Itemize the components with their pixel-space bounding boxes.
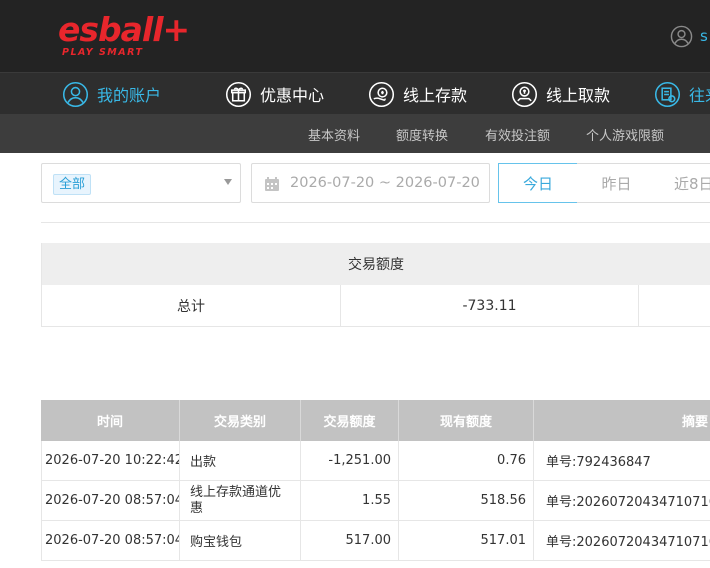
cell-balance: 517.01 (480, 533, 527, 548)
cell-time: 2026-07-20 10:22:42 (45, 453, 179, 468)
user-circle-icon (62, 81, 89, 107)
column-divider (179, 481, 180, 520)
column-divider (638, 285, 639, 326)
yesterday-button[interactable]: 昨日 (577, 163, 657, 203)
summary-total-label: 总计 (177, 298, 205, 315)
cell-amount: -1,251.00 (328, 453, 391, 468)
column-divider (533, 521, 534, 560)
cell-summary: 单号:20260720434710716 (546, 535, 710, 550)
subnav-valid-bets[interactable]: 有效投注额 (485, 125, 550, 144)
subnav-basic-info[interactable]: 基本资料 (308, 125, 360, 144)
top-header: esball+ PLAY SMART s (0, 0, 710, 72)
summary-table: 交易额度 总计 -733.11 (41, 243, 710, 327)
table-row: 2026-07-20 08:57:04 购宝钱包 517.00 517.01 单… (41, 521, 710, 561)
nav-online-deposit[interactable]: 线上存款 (368, 73, 467, 115)
nav-online-withdraw[interactable]: 线上取款 (511, 73, 610, 115)
divider (41, 222, 710, 223)
summary-total-value: -733.11 (462, 297, 517, 314)
cell-balance: 0.76 (497, 453, 526, 468)
logo-text: esball+ (58, 10, 190, 49)
table-row: 2026-07-20 10:22:42 出款 -1,251.00 0.76 单号… (41, 441, 710, 481)
column-header-balance: 现有额度 (439, 415, 492, 430)
nav-promotions[interactable]: 优惠中心 (225, 73, 324, 115)
cell-type: 出款 (190, 455, 217, 470)
table-header-row: 时间 交易类别 交易额度 现有额度 摘要 (41, 400, 710, 441)
column-header-type: 交易类别 (213, 415, 266, 430)
nav-label: 线上存款 (403, 86, 468, 105)
nav-records[interactable]: 往来 (654, 73, 710, 115)
sub-nav: 基本资料 额度转换 有效投注额 个人游戏限额 (0, 114, 710, 153)
cell-summary: 单号:792436847 (546, 455, 651, 470)
cell-amount: 517.00 (345, 533, 392, 548)
date-range-value: 2026-07-20 ~ 2026-07-20 (290, 175, 480, 191)
column-divider (179, 441, 180, 480)
main-nav: 我的账户 优惠中心 线上存款 线上取款 往 (0, 72, 710, 114)
column-header-amount: 交易额度 (323, 415, 376, 430)
chevron-down-icon (224, 179, 232, 185)
cell-summary: 单号:20260720434710716 (546, 495, 710, 510)
nav-my-account[interactable]: 我的账户 (62, 73, 161, 115)
transaction-type-select[interactable]: 全部 (41, 163, 241, 203)
nav-label: 线上取款 (546, 86, 611, 105)
column-divider (533, 481, 534, 520)
date-range-picker[interactable]: 2026-07-20 ~ 2026-07-20 (251, 163, 490, 203)
cell-balance: 518.56 (480, 493, 527, 508)
last-8-days-button[interactable]: 近8日 (656, 163, 710, 203)
user-avatar-icon[interactable] (670, 25, 693, 48)
username-text[interactable]: s (700, 27, 708, 45)
column-header-time: 时间 (96, 415, 123, 430)
column-divider (179, 521, 180, 560)
subnav-game-limits[interactable]: 个人游戏限额 (586, 125, 664, 144)
withdraw-icon (511, 81, 538, 107)
column-header-summary: 摘要 (681, 415, 708, 430)
deposit-icon (368, 81, 395, 107)
cell-amount: 1.55 (362, 493, 391, 508)
logo-tagline: PLAY SMART (62, 47, 144, 58)
gift-icon (225, 81, 252, 107)
summary-header: 交易额度 (41, 243, 710, 285)
today-button[interactable]: 今日 (498, 163, 578, 203)
calendar-icon (265, 177, 279, 191)
cell-time: 2026-07-20 08:57:04 (45, 493, 179, 508)
nav-label: 优惠中心 (260, 86, 325, 105)
cell-type: 线上存款通道优惠 (190, 484, 282, 516)
nav-label: 往来 (689, 86, 710, 105)
brand-logo[interactable]: esball+ PLAY SMART (58, 10, 190, 62)
subnav-balance-transfer[interactable]: 额度转换 (396, 125, 448, 144)
records-icon (654, 81, 681, 107)
summary-total-row: 总计 -733.11 (41, 285, 710, 327)
table-row: 2026-07-20 08:57:04 线上存款通道优惠 1.55 518.56… (41, 481, 710, 521)
nav-label: 我的账户 (97, 86, 162, 105)
cell-time: 2026-07-20 08:57:04 (45, 533, 179, 548)
column-divider (533, 441, 534, 480)
selected-type-tag: 全部 (53, 174, 92, 195)
cell-type: 购宝钱包 (190, 535, 243, 550)
